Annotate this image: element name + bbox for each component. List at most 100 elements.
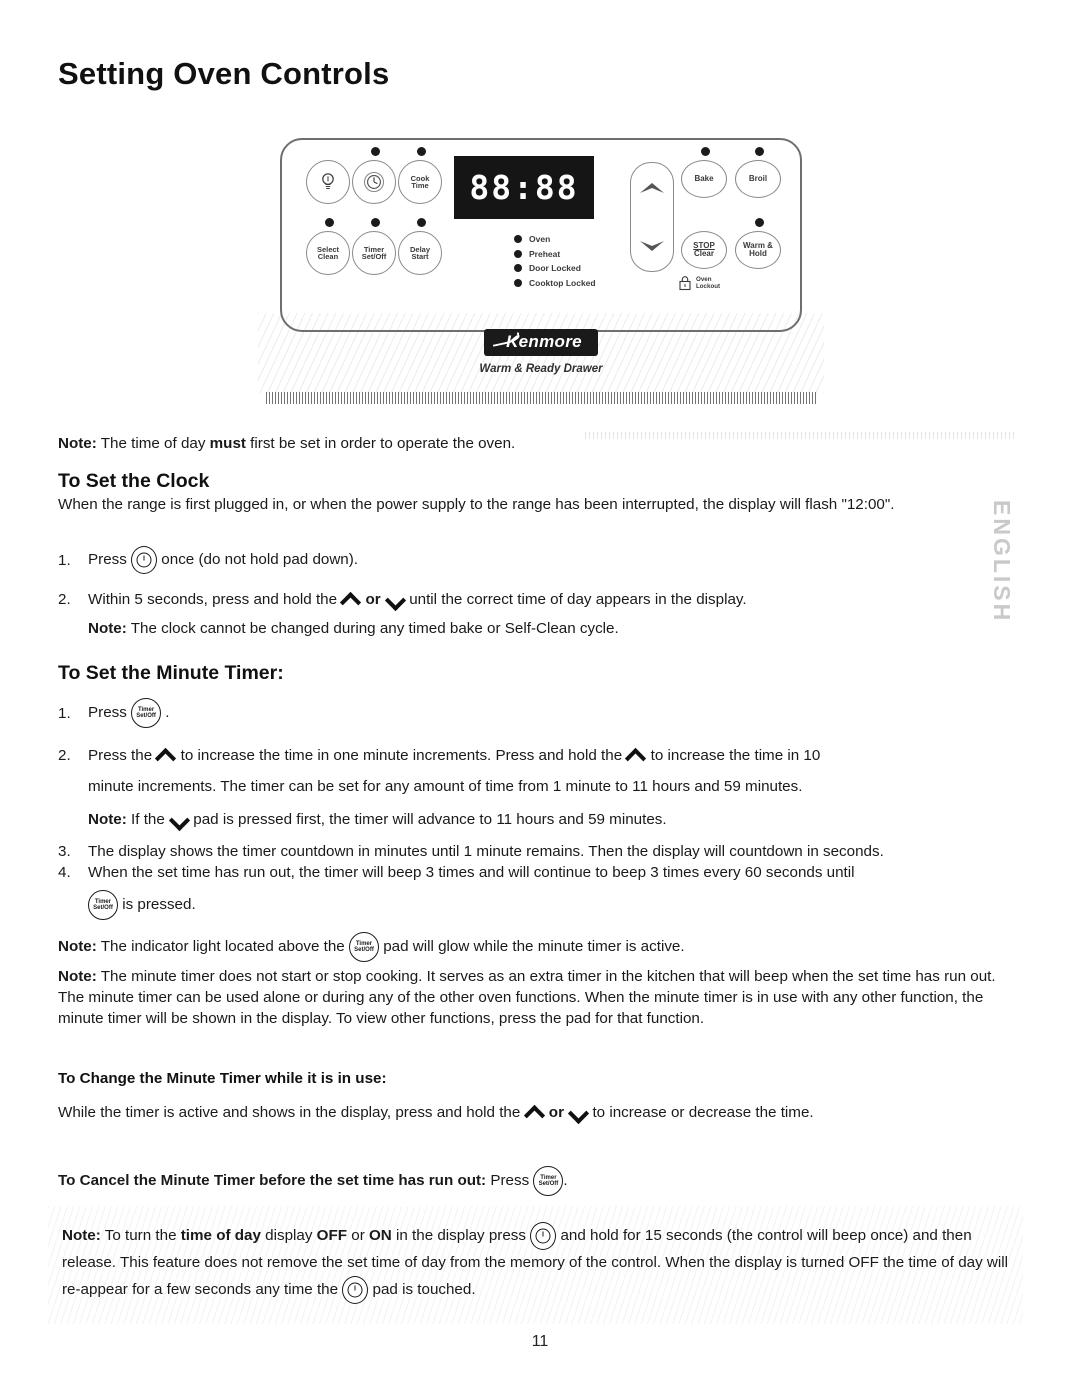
led-display: 88:88 [454,156,594,219]
panel-button-clock[interactable] [352,160,396,204]
heading-to-set-the-minute-timer: To Set the Minute Timer: [58,662,284,684]
led-delay-start [417,218,426,227]
step-number: 3. [58,843,71,860]
panel-button-warm-hold-label: Warm & Hold [743,241,773,258]
timer-step-4: 4. When the set time has run out, the ti… [58,862,1028,883]
oven-lockout-indicator: Oven Lockout [678,275,720,291]
indicator-label: Oven [529,234,551,244]
padlock-icon [679,276,691,291]
led-broil [755,147,764,156]
note-text: Note: The indicator light located above … [58,932,685,962]
clock-step-2-note: Note: The clock cannot be changed during… [88,620,619,637]
step-text: The display shows the timer countdown in… [88,843,884,860]
note-label: Note: [88,811,127,828]
control-panel-body: Cook Time Select Clean Timer Set/Off Del… [280,138,802,332]
arrow-pad[interactable] [630,162,674,272]
step-text: Within 5 seconds, press and hold the or … [88,591,747,608]
timer-step-2-note: Note: If the pad is pressed first, the t… [88,809,1018,830]
step-number: 1. [58,551,71,569]
step-text: Note: If the pad is pressed first, the t… [88,811,667,828]
warm-ready-drawer-label: Warm & Ready Drawer [479,363,603,375]
panel-button-bake[interactable]: Bake [681,160,727,198]
chevron-down-icon[interactable] [385,593,405,607]
clock-pad-icon[interactable] [131,546,158,574]
panel-button-cook-time[interactable]: Cook Time [398,160,442,204]
change-minute-timer-paragraph: While the timer is active and shows in t… [58,1102,1018,1123]
timer-step-2-continued: minute increments. The timer can be set … [88,778,803,795]
timer-step-2: 2. Press the to increase the time in one… [58,745,1018,766]
note-label: Note: [58,938,97,956]
panel-button-stop-clear[interactable]: STOP Clear [681,231,727,269]
panel-button-broil[interactable]: Broil [735,160,781,198]
led-timer [371,218,380,227]
clock-pad-icon[interactable] [342,1276,369,1304]
step-text: Timer Set/Off is pressed. [88,890,196,920]
indicator-row: Oven [514,234,596,244]
timer-pad-icon[interactable]: Timer Set/Off [349,932,379,962]
chevron-up-icon[interactable] [626,749,646,763]
indicator-row: Preheat [514,249,596,259]
indicator-row: Door Locked [514,263,596,273]
clock-step-2: 2. Within 5 seconds, press and hold the … [58,589,978,610]
timer-step-1: 1. Press Timer Set/Off . [58,698,958,728]
panel-button-timer-set-off[interactable]: Timer Set/Off [352,231,396,275]
note-label: Note: [58,435,97,452]
note-text: Note: To turn the time of day display OF… [62,1222,1022,1304]
note-label: Note: [62,1227,101,1245]
heading-cancel-minute-timer: To Cancel the Minute Timer before the se… [58,1172,487,1190]
page-number: 11 [531,1333,549,1350]
clock-icon [363,171,385,193]
chevron-up-icon[interactable] [341,593,361,607]
heading-change-minute-timer: To Change the Minute Timer while it is i… [58,1070,387,1087]
chevron-down-icon[interactable] [169,813,189,827]
manual-page: Setting Oven Controls Cook Time Select C… [0,0,1080,1397]
panel-button-timer-label: Timer Set/Off [361,244,387,261]
timer-pad-icon[interactable]: Timer Set/Off [533,1166,564,1196]
chevron-down-icon[interactable] [637,237,667,255]
indicator-dot-door-locked [514,264,522,272]
note-time-of-day-display: Note: To turn the time of day display OF… [62,1222,1022,1304]
timer-pad-icon[interactable]: Timer Set/Off [88,890,118,920]
heading-to-set-the-clock: To Set the Clock [58,470,210,492]
indicator-row: Cooktop Locked [514,278,596,288]
paragraph-text: To Cancel the Minute Timer before the se… [58,1166,568,1196]
lightbulb-icon [322,173,334,190]
step-text: Press the to increase the time in one mi… [88,747,821,764]
indicator-list: Oven Preheat Door Locked Cooktop Locked [514,234,596,292]
indicator-dot-preheat [514,249,522,258]
indicator-label: Cooktop Locked [529,277,596,288]
step-number: 2. [58,591,71,608]
drawer-vent-band [266,392,818,404]
chevron-up-icon[interactable] [637,179,667,197]
timer-pad-icon[interactable]: Timer Set/Off [131,698,162,728]
note-time-of-day: Note: The time of day must first be set … [58,435,516,452]
oven-lockout-label: Oven Lockout [696,275,721,290]
led-display-value: 88:88 [469,168,579,207]
chevron-up-icon[interactable] [525,1106,545,1120]
timer-step-4-tail: Timer Set/Off is pressed. [88,890,196,920]
panel-button-warm-hold[interactable]: Warm & Hold [735,231,781,269]
timer-step-3: 3. The display shows the timer countdown… [58,841,1028,862]
indicator-label: Preheat [529,248,561,259]
paragraph-text: While the timer is active and shows in t… [58,1104,814,1121]
panel-button-self-clean[interactable]: Select Clean [306,231,350,275]
indicator-dot-cooktop-locked [514,278,522,287]
page-title: Setting Oven Controls [58,56,390,91]
side-tab-english: ENGLISH [989,500,1015,624]
chevron-down-icon[interactable] [568,1106,588,1120]
note-label: Note: [58,968,97,985]
chevron-up-icon[interactable] [156,749,176,763]
control-panel-figure: Cook Time Select Clean Timer Set/Off Del… [258,133,824,411]
clock-pad-icon[interactable] [530,1222,557,1250]
clock-step-1: 1. Press once (do not hold pad down). [58,546,958,574]
step-text: When the set time has run out, the timer… [88,864,855,881]
note-label: Note: [88,620,127,637]
led-clock [371,147,380,156]
step-text: Press once (do not hold pad down). [88,546,358,574]
note-indicator-light: Note: The indicator light located above … [58,932,1018,962]
panel-button-bake-label: Bake [694,174,714,183]
panel-button-oven-light[interactable] [306,160,350,204]
cancel-minute-timer-line: To Cancel the Minute Timer before the se… [58,1166,1018,1196]
panel-button-delay-start[interactable]: Delay Start [398,231,442,275]
clock-intro-paragraph: When the range is first plugged in, or w… [58,496,895,513]
